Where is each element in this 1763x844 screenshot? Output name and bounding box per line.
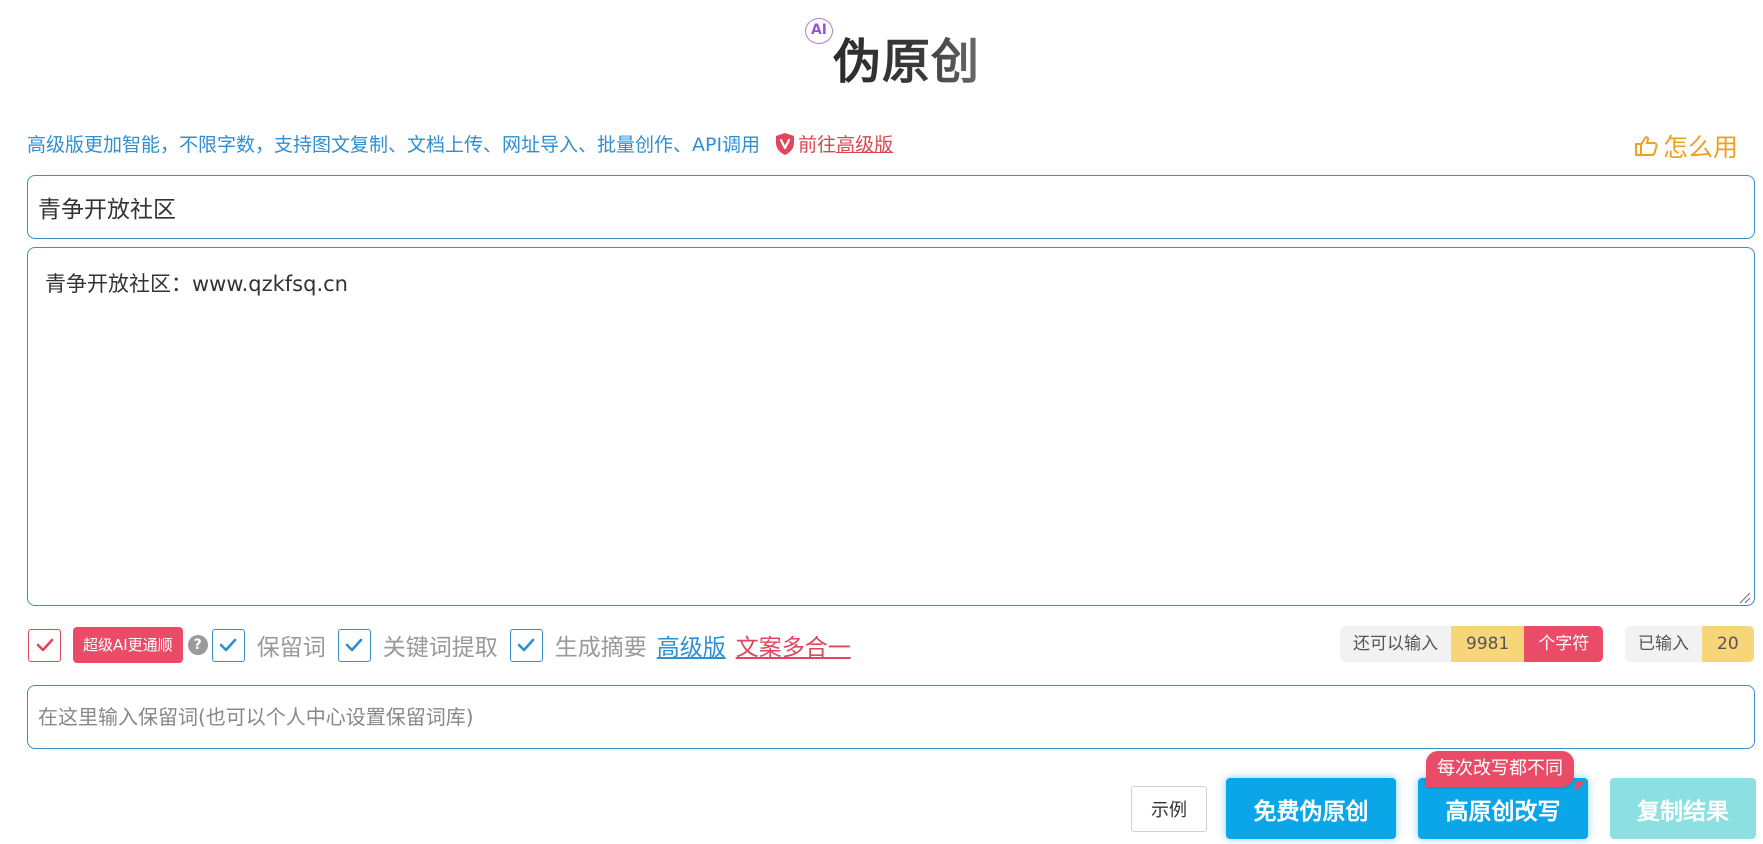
check-icon <box>345 638 363 652</box>
help-icon[interactable]: ? <box>187 635 208 655</box>
summary-label: 生成摘要 <box>554 635 647 661</box>
summary-checkbox[interactable] <box>509 628 543 662</box>
keyword-extract-label: 关键词提取 <box>382 635 498 661</box>
ai-smooth-tag: 超级AI更通顺 <box>73 627 183 663</box>
check-icon <box>219 638 237 652</box>
promo-text: 高级版更加智能，不限字数，支持图文复制、文档上传、网址导入、批量创作、API调用 <box>27 134 761 156</box>
goto-advanced-link[interactable]: 高级版 <box>836 130 893 157</box>
combo-copy-link[interactable]: 文案多合一 <box>736 628 851 662</box>
ai-checkbox[interactable] <box>28 628 61 662</box>
content-textarea[interactable]: 青争开放社区：www.qzkfsq.cn <box>27 247 1755 606</box>
keyword-extract-checkbox[interactable] <box>337 628 371 662</box>
options-row: 超级AI更通顺 ? 保留词 关键词提取 生成摘要 高级版 文案多合一 <box>28 627 851 663</box>
entered-value: 20 <box>1702 626 1754 662</box>
entered-counter: 已输入 20 <box>1625 626 1754 662</box>
check-icon <box>36 638 53 652</box>
page: AI 伪原创 高级版更加智能，不限字数，支持图文复制、文档上传、网址导入、批量创… <box>0 0 1763 844</box>
howto-link[interactable]: 怎么用 <box>1633 128 1738 164</box>
hand-point-icon <box>1633 134 1659 158</box>
remaining-counter: 还可以输入 9981 个字符 <box>1340 626 1604 662</box>
high-rewrite-button[interactable]: 高原创改写 <box>1418 778 1588 839</box>
free-rewrite-button[interactable]: 免费伪原创 <box>1226 778 1396 839</box>
tooltip-tail <box>1576 781 1586 791</box>
remaining-unit: 个字符 <box>1524 626 1604 662</box>
shield-icon <box>774 132 796 156</box>
rewrite-tooltip: 每次改写都不同 <box>1426 751 1574 787</box>
entered-label: 已输入 <box>1625 626 1702 662</box>
keep-words-label: 保留词 <box>256 635 326 661</box>
advanced-version-link[interactable]: 高级版 <box>657 628 726 662</box>
goto-prefix: 前往 <box>798 134 837 156</box>
page-title: 伪原创 <box>833 22 980 92</box>
title-input[interactable] <box>27 175 1755 239</box>
copy-result-button[interactable]: 复制结果 <box>1610 778 1756 839</box>
remaining-label: 还可以输入 <box>1340 626 1451 662</box>
keep-words-input[interactable] <box>27 685 1755 749</box>
check-icon <box>517 638 535 652</box>
keep-words-checkbox[interactable] <box>211 628 245 662</box>
example-button[interactable]: 示例 <box>1131 786 1207 832</box>
promo-line: 高级版更加智能，不限字数，支持图文复制、文档上传、网址导入、批量创作、API调用… <box>27 130 893 157</box>
remaining-value: 9981 <box>1451 626 1525 662</box>
resize-grip-icon[interactable] <box>1737 590 1751 604</box>
howto-label: 怎么用 <box>1662 133 1738 162</box>
ai-badge: AI <box>805 18 833 44</box>
